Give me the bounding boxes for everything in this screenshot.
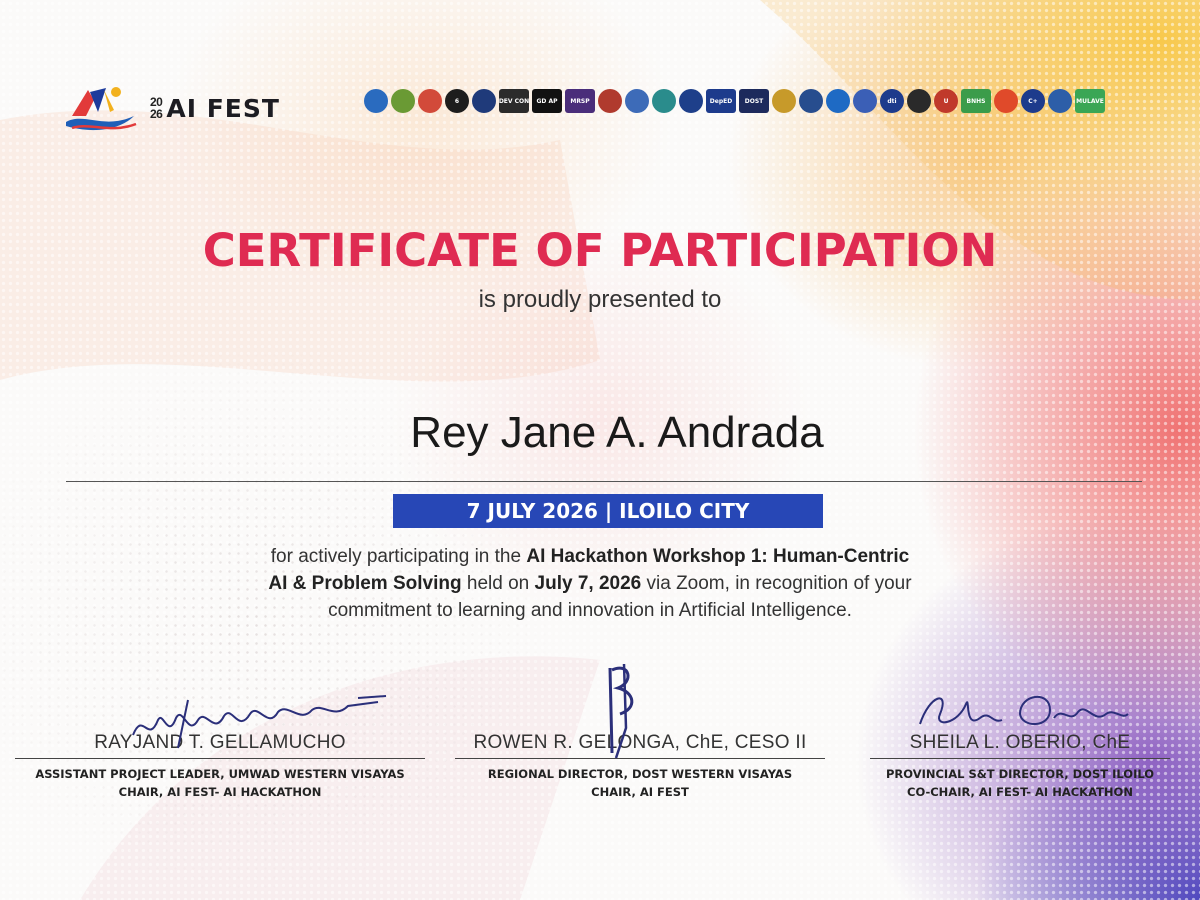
university-seal-logo-icon	[472, 89, 496, 113]
ai-fest-emblem-icon	[66, 87, 137, 131]
seal-logo-4-icon	[679, 89, 703, 113]
mrsp-logo-label: MRSP	[570, 97, 590, 105]
certificate-title: CERTIFICATE OF PARTICIPATION	[202, 224, 998, 277]
name-underline	[66, 481, 1142, 482]
dti-logo-label: dti	[887, 97, 897, 105]
dost-logo-icon: DOST	[739, 89, 769, 113]
iloilo-business-club-logo-icon: 6	[445, 89, 469, 113]
bnhs-logo-label: BNHS	[966, 97, 986, 105]
deped-logo-icon: DepED	[706, 89, 736, 113]
c-plus-logo-label: C+	[1028, 97, 1038, 105]
signatory-1-line	[15, 758, 425, 759]
plane-logo-icon	[1048, 89, 1072, 113]
mulave-logo-icon: MULAVE	[1075, 89, 1105, 113]
certificate: 20 26 AI FEST 6 DEV CON GD AP MRSP DepED DOST…	[0, 0, 1200, 900]
body-suffix: via Zoom, in recognition of your	[641, 573, 912, 594]
signature-2-image	[608, 663, 634, 759]
seal-logo-6-icon	[799, 89, 823, 113]
signatory-1-title-line2: CHAIR, AI FEST- AI HACKATHON	[118, 785, 322, 799]
seal-logo-7-icon	[826, 89, 850, 113]
event-date: July 7, 2026	[534, 573, 642, 594]
date-location-banner: 7 JULY 2026 | ILOILO CITY	[393, 494, 823, 528]
gdg-logo-icon: GD AP	[532, 89, 562, 113]
signatory-2: ROWEN R. GELONGA, ChE, CESO II REGIONAL …	[440, 663, 840, 801]
flower-logo-icon	[994, 89, 1018, 113]
certificate-body: for actively participating in the AI Hac…	[190, 543, 990, 624]
signatory-1: RAYJAND T. GELLAMUCHO ASSISTANT PROJECT …	[10, 690, 430, 801]
certificate-subtitle: is proudly presented to	[478, 286, 722, 313]
signature-3-image	[919, 695, 1129, 725]
logo-year-bottom: 26	[150, 107, 163, 121]
u-logo-icon: U	[934, 89, 958, 113]
seal-logo-5-icon	[772, 89, 796, 113]
event-name-part2: AI & Problem Solving	[268, 573, 462, 594]
signatory-3-title-line1: PROVINCIAL S&T DIRECTOR, DOST ILOILO	[885, 767, 1155, 781]
logo-name: AI FEST	[166, 93, 280, 123]
deped-logo-label: DepED	[709, 97, 733, 105]
logo-year: 20 26	[150, 96, 163, 121]
mrsp-logo-icon: MRSP	[565, 89, 595, 113]
c-plus-logo-icon: C+	[1021, 89, 1045, 113]
u-logo-label: U	[943, 97, 949, 105]
signatory-1-title-line1: ASSISTANT PROJECT LEADER, UMWAD WESTERN …	[35, 767, 405, 781]
bnhs-logo-icon: BNHS	[961, 89, 991, 113]
gdg-logo-label: GD AP	[536, 97, 558, 105]
seal-logo-2-icon	[625, 89, 649, 113]
gear-seal-logo-icon	[907, 89, 931, 113]
signatory-3-title-line2: CO-CHAIR, AI FEST- AI HACKATHON	[907, 785, 1133, 799]
signatory-3-line	[870, 758, 1170, 759]
body-line3: commitment to learning and innovation in…	[328, 600, 852, 621]
signatory-3: SHEILA L. OBERIO, ChE PROVINCIAL S&T DIR…	[860, 690, 1180, 801]
cicon-logo-icon	[364, 89, 388, 113]
seal-logo-3-icon	[652, 89, 676, 113]
mulave-logo-label: MULAVE	[1076, 97, 1104, 105]
dost-logo-label: DOST	[744, 97, 764, 105]
innovate-iloilo-logo-icon	[418, 89, 442, 113]
dict-logo-icon	[853, 89, 877, 113]
seal-logo-1-icon	[598, 89, 622, 113]
signatory-2-title-line2: CHAIR, AI FEST	[591, 785, 689, 799]
event-name-part1: AI Hackathon Workshop 1: Human-Centric	[526, 546, 910, 567]
body-held-on: held on	[461, 573, 535, 594]
devcon-logo-icon: DEV CON	[499, 89, 529, 113]
devcon-logo-label: DEV CON	[499, 97, 529, 105]
partner-logos: 6 DEV CON GD AP MRSP DepED DOST dti U BNHS C+ MULA…	[364, 89, 1105, 113]
dti-logo-icon: dti	[880, 89, 904, 113]
ai-fest-logo: 20 26 AI FEST	[64, 82, 280, 134]
leaf-logo-icon	[391, 89, 415, 113]
recipient-name: Rey Jane A. Andrada	[410, 408, 824, 457]
body-prefix: for actively participating in the	[270, 546, 527, 567]
signature-1-image	[132, 695, 387, 749]
iloilo-business-club-logo-label: 6	[454, 97, 460, 105]
